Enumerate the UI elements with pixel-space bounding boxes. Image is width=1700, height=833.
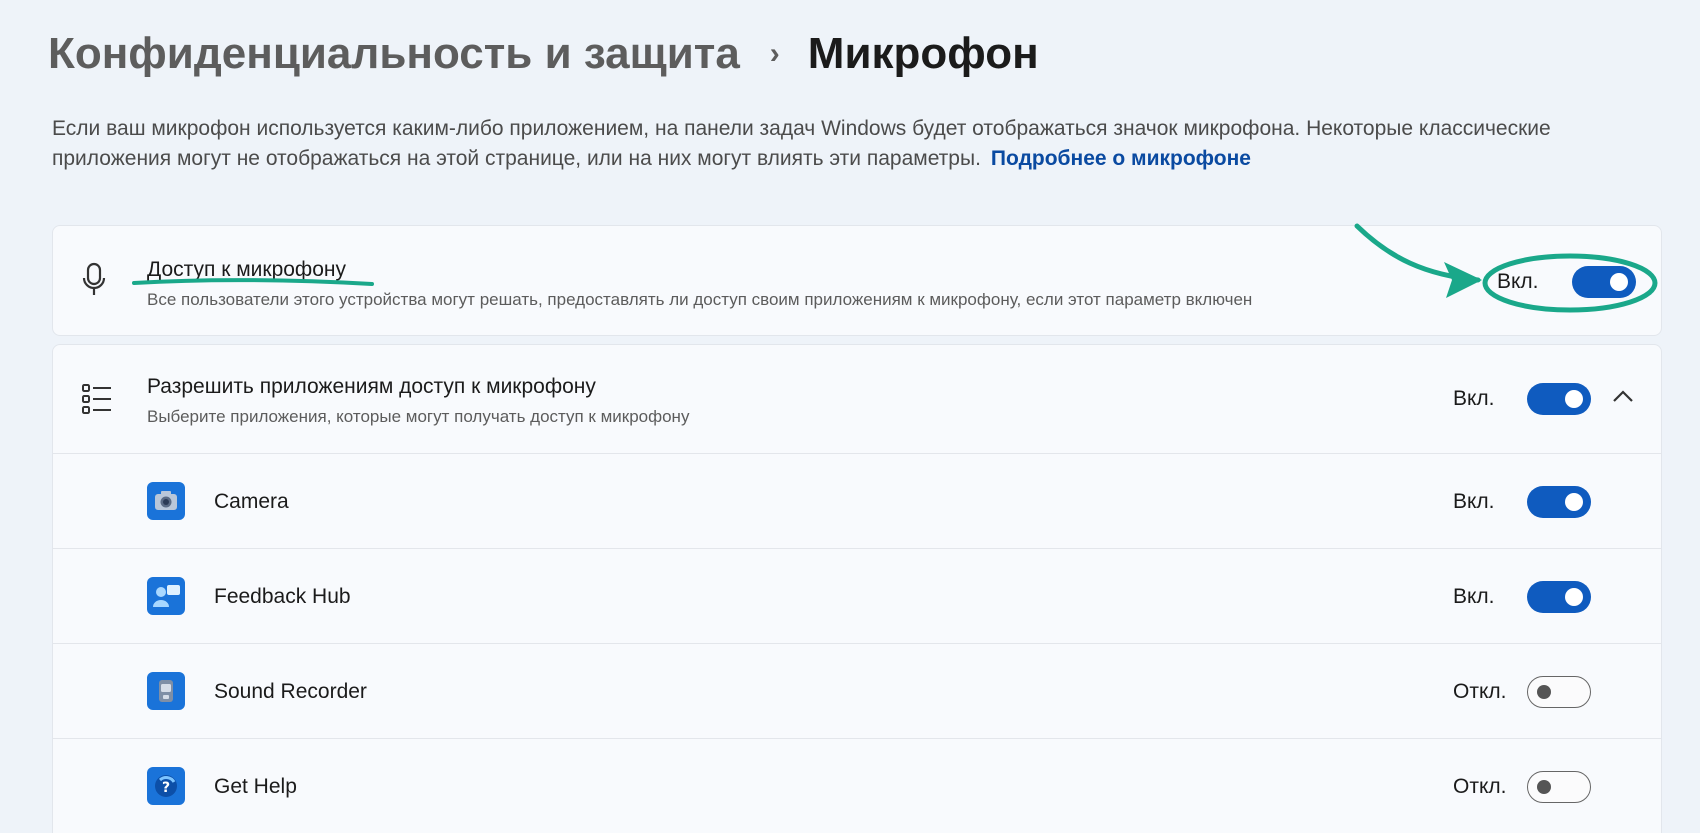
page-title: Микрофон bbox=[807, 29, 1039, 78]
app-row-sound-recorder: Sound Recorder Откл. bbox=[53, 643, 1661, 738]
camera-toggle[interactable] bbox=[1527, 486, 1591, 518]
feedback-hub-toggle[interactable] bbox=[1527, 581, 1591, 613]
feedback-hub-icon bbox=[147, 577, 185, 615]
camera-icon bbox=[147, 482, 185, 520]
app-row-feedback-hub: Feedback Hub Вкл. bbox=[53, 548, 1661, 643]
app-state: Вкл. bbox=[1453, 585, 1495, 608]
description-text: Если ваш микрофон используется каким-либ… bbox=[52, 117, 1551, 170]
app-access-toggle[interactable] bbox=[1527, 383, 1591, 415]
app-name: Sound Recorder bbox=[214, 680, 367, 703]
app-state: Откл. bbox=[1453, 680, 1507, 703]
app-name: Get Help bbox=[214, 775, 297, 798]
app-state: Вкл. bbox=[1453, 490, 1495, 513]
get-help-icon: ? bbox=[147, 767, 185, 805]
microphone-access-subtitle: Все пользователи этого устройства могут … bbox=[147, 290, 1253, 309]
get-help-toggle[interactable] bbox=[1527, 771, 1591, 803]
page-description: Если ваш микрофон используется каким-либ… bbox=[52, 114, 1662, 174]
settings-page: Конфиденциальность и защита › Микрофон Е… bbox=[0, 0, 1700, 833]
app-row-camera: Camera Вкл. bbox=[53, 453, 1661, 548]
microphone-access-card: Доступ к микрофону Все пользователи этог… bbox=[52, 225, 1662, 336]
app-access-subtitle: Выберите приложения, которые могут получ… bbox=[147, 407, 690, 426]
app-state: Откл. bbox=[1453, 775, 1507, 798]
learn-more-link[interactable]: Подробнее о микрофоне bbox=[991, 147, 1251, 170]
app-access-state: Вкл. bbox=[1453, 387, 1495, 410]
microphone-access-state: Вкл. bbox=[1497, 270, 1539, 293]
app-access-row[interactable]: Разрешить приложениям доступ к микрофону… bbox=[53, 345, 1661, 453]
app-name: Camera bbox=[214, 490, 289, 513]
app-row-get-help: ? Get Help Откл. bbox=[53, 738, 1661, 833]
app-name: Feedback Hub bbox=[214, 585, 351, 608]
sound-recorder-icon bbox=[147, 672, 185, 710]
microphone-icon bbox=[81, 262, 107, 303]
microphone-access-toggle[interactable] bbox=[1572, 266, 1636, 298]
microphone-access-title: Доступ к микрофону bbox=[147, 258, 346, 281]
breadcrumb: Конфиденциальность и защита › Микрофон bbox=[48, 26, 1039, 82]
app-access-card: Разрешить приложениям доступ к микрофону… bbox=[52, 344, 1662, 833]
list-icon bbox=[81, 383, 113, 420]
breadcrumb-parent[interactable]: Конфиденциальность и защита bbox=[48, 26, 740, 82]
breadcrumb-separator: › bbox=[769, 37, 780, 70]
svg-text:?: ? bbox=[162, 780, 170, 796]
sound-recorder-toggle[interactable] bbox=[1527, 676, 1591, 708]
chevron-up-icon[interactable] bbox=[1612, 389, 1634, 408]
app-access-title: Разрешить приложениям доступ к микрофону bbox=[147, 375, 596, 398]
